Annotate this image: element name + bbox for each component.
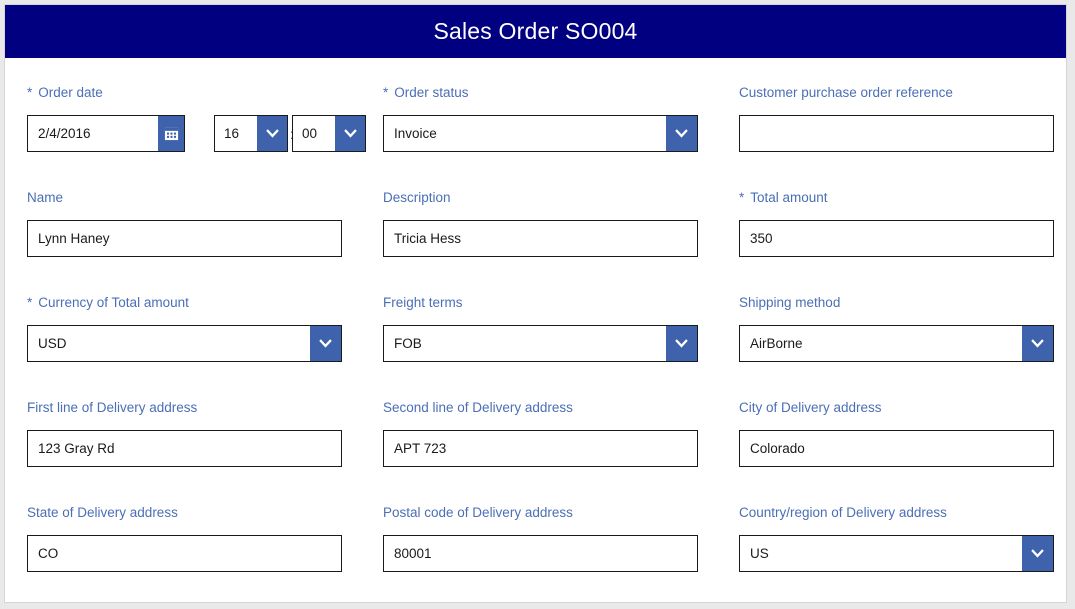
label-city-of-delivery-address: City of Delivery address [739, 400, 882, 415]
label-first-line-of-delivery-address: First line of Delivery address [27, 400, 198, 415]
chevron-down-icon [1031, 549, 1044, 558]
label-name: Name [27, 190, 64, 205]
city-of-delivery-address-value: Colorado [750, 441, 805, 456]
country-region-of-delivery-address-value: US [750, 546, 769, 561]
sales-order-form: * Order date 2/4/2016 16 00 * Order stat… [5, 58, 1066, 602]
calendar-picker-button[interactable] [158, 116, 184, 151]
order-time-hour-select[interactable]: 16 [214, 115, 288, 152]
currency-of-total-amount-value: USD [38, 336, 67, 351]
field-group-order-date: * Order date 2/4/2016 16 00 [27, 58, 366, 163]
chevron-down-icon [675, 339, 688, 348]
label-country-region-of-delivery-address: Country/region of Delivery address [739, 505, 947, 520]
label-shipping-method: Shipping method [739, 295, 841, 310]
field-group-description: Description Tricia Hess [383, 163, 698, 268]
shipping-method-select[interactable]: AirBorne [739, 325, 1054, 362]
required-marker: * [27, 85, 33, 100]
currency-of-total-amount-dropdown-button[interactable] [310, 326, 341, 361]
form-row: State of Delivery address CO Postal code… [5, 478, 1066, 583]
shipping-method-value: AirBorne [750, 336, 803, 351]
field-group-first-line-of-delivery-address: First line of Delivery address 123 Gray … [27, 373, 342, 478]
customer-purchase-order-reference-input[interactable] [739, 115, 1054, 152]
state-of-delivery-address-input[interactable]: CO [27, 535, 342, 572]
page-title: Sales Order SO004 [433, 18, 638, 44]
field-group-country-region-of-delivery-address: Country/region of Delivery address US [739, 478, 1054, 583]
freight-terms-value: FOB [394, 336, 422, 351]
order-status-select[interactable]: Invoice [383, 115, 698, 152]
description-input[interactable]: Tricia Hess [383, 220, 698, 257]
chevron-down-icon [1031, 339, 1044, 348]
page-background: Sales Order SO004 * Order date 2/4/2016 [0, 0, 1075, 609]
total-amount-input[interactable]: 350 [739, 220, 1054, 257]
field-group-second-line-of-delivery-address: Second line of Delivery address APT 723 [383, 373, 698, 478]
chevron-down-icon [265, 129, 279, 138]
name-input[interactable]: Lynn Haney [27, 220, 342, 257]
label-customer-purchase-order-reference: Customer purchase order reference [739, 85, 953, 100]
label-description: Description [383, 190, 451, 205]
form-row: Name Lynn Haney Description Tricia Hess … [5, 163, 1066, 268]
field-group-total-amount: * Total amount 350 [739, 163, 1054, 268]
second-line-of-delivery-address-input[interactable]: APT 723 [383, 430, 698, 467]
country-region-of-delivery-address-dropdown-button[interactable] [1022, 536, 1053, 571]
label-freight-terms: Freight terms [383, 295, 463, 310]
label-text: Order status [394, 85, 469, 100]
field-group-order-status: * Order status Invoice [383, 58, 698, 163]
label-order-status: * Order status [383, 85, 469, 100]
chevron-down-icon [319, 339, 332, 348]
field-group-customer-purchase-order-reference: Customer purchase order reference [739, 58, 1054, 163]
label-total-amount: * Total amount [739, 190, 828, 205]
first-line-of-delivery-address-input[interactable]: 123 Gray Rd [27, 430, 342, 467]
first-line-of-delivery-address-value: 123 Gray Rd [38, 441, 115, 456]
order-time-hour-value: 16 [224, 126, 240, 141]
state-of-delivery-address-value: CO [38, 546, 59, 561]
field-group-currency-of-total-amount: * Currency of Total amount USD [27, 268, 342, 373]
form-row: * Currency of Total amount USD Freight te… [5, 268, 1066, 373]
order-time-minute-select[interactable]: 00 [292, 115, 366, 152]
label-currency-of-total-amount: * Currency of Total amount [27, 295, 189, 310]
order-status-dropdown-button[interactable] [666, 116, 697, 151]
city-of-delivery-address-input[interactable]: Colorado [739, 430, 1054, 467]
calendar-icon [164, 127, 178, 141]
field-group-postal-code-of-delivery-address: Postal code of Delivery address 80001 [383, 478, 698, 583]
label-postal-code-of-delivery-address: Postal code of Delivery address [383, 505, 573, 520]
field-group-state-of-delivery-address: State of Delivery address CO [27, 478, 342, 583]
label-second-line-of-delivery-address: Second line of Delivery address [383, 400, 573, 415]
label-order-date: * Order date [27, 85, 103, 100]
order-date-value: 2/4/2016 [38, 126, 91, 141]
order-status-value: Invoice [394, 126, 437, 141]
required-marker: * [383, 85, 389, 100]
label-text: Total amount [750, 190, 828, 205]
shipping-method-dropdown-button[interactable] [1022, 326, 1053, 361]
required-marker: * [27, 295, 33, 310]
field-group-freight-terms: Freight terms FOB [383, 268, 698, 373]
order-time-minute-value: 00 [302, 126, 318, 141]
order-time-hour-dropdown-button[interactable] [257, 116, 287, 151]
freight-terms-dropdown-button[interactable] [666, 326, 697, 361]
label-text: Order date [38, 85, 103, 100]
postal-code-of-delivery-address-value: 80001 [394, 546, 432, 561]
description-value: Tricia Hess [394, 231, 462, 246]
label-text: Currency of Total amount [38, 295, 189, 310]
field-group-name: Name Lynn Haney [27, 163, 342, 268]
label-state-of-delivery-address: State of Delivery address [27, 505, 178, 520]
second-line-of-delivery-address-value: APT 723 [394, 441, 447, 456]
name-value: Lynn Haney [38, 231, 110, 246]
field-group-shipping-method: Shipping method AirBorne [739, 268, 1054, 373]
required-marker: * [739, 190, 745, 205]
sales-order-card: Sales Order SO004 * Order date 2/4/2016 [5, 5, 1066, 602]
country-region-of-delivery-address-select[interactable]: US [739, 535, 1054, 572]
field-group-city-of-delivery-address: City of Delivery address Colorado [739, 373, 1054, 478]
chevron-down-icon [675, 129, 688, 138]
form-row: * Order date 2/4/2016 16 00 * Order stat… [5, 58, 1066, 163]
form-row: First line of Delivery address 123 Gray … [5, 373, 1066, 478]
order-date-input[interactable]: 2/4/2016 [27, 115, 185, 152]
freight-terms-select[interactable]: FOB [383, 325, 698, 362]
total-amount-value: 350 [750, 231, 773, 246]
currency-of-total-amount-select[interactable]: USD [27, 325, 342, 362]
window-titlebar: Sales Order SO004 [5, 5, 1066, 58]
chevron-down-icon [343, 129, 357, 138]
order-time-minute-dropdown-button[interactable] [335, 116, 365, 151]
postal-code-of-delivery-address-input[interactable]: 80001 [383, 535, 698, 572]
